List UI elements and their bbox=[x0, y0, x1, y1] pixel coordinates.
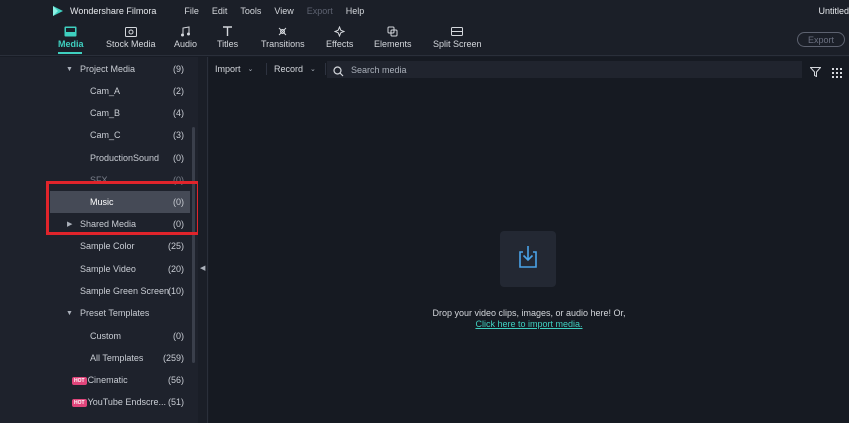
search-input[interactable] bbox=[351, 64, 751, 75]
media-panel: Import ⌄ Record ⌄ Drop your video clips,… bbox=[209, 57, 849, 423]
menu-bar: Wondershare Filmora File Edit Tools View… bbox=[0, 0, 849, 22]
tab-effects[interactable]: Effects bbox=[326, 25, 353, 49]
menu-edit[interactable]: Edit bbox=[212, 6, 228, 16]
tree-item-preset-templates[interactable]: ▼ Preset Templates bbox=[0, 302, 190, 324]
tree-item-youtube-endscreen[interactable]: HOT YouTube Endscre... (51) bbox=[0, 391, 190, 413]
tree-item-cam-a[interactable]: Cam_A (2) bbox=[0, 80, 190, 102]
import-drop-zone[interactable] bbox=[500, 231, 556, 287]
collapse-sidebar-icon[interactable]: ◀ bbox=[200, 264, 205, 272]
media-icon bbox=[64, 25, 78, 37]
menu-help[interactable]: Help bbox=[346, 6, 365, 16]
tree-item-custom[interactable]: Custom (0) bbox=[0, 325, 190, 347]
stock-media-icon bbox=[124, 25, 138, 37]
import-media-link[interactable]: Click here to import media. bbox=[209, 319, 849, 329]
sidebar-scrollbar[interactable] bbox=[192, 127, 195, 363]
media-library-sidebar: ▼ Project Media (9) Cam_A (2) Cam_B (4) … bbox=[0, 57, 198, 423]
tree-item-cinematic[interactable]: HOT Cinematic (56) bbox=[0, 369, 190, 391]
tree-item-production-sound[interactable]: ProductionSound (0) bbox=[0, 147, 190, 169]
tree-item-cam-b[interactable]: Cam_B (4) bbox=[0, 102, 190, 124]
tree-item-all-templates[interactable]: All Templates (259) bbox=[0, 347, 190, 369]
separator bbox=[325, 63, 326, 75]
elements-icon bbox=[386, 25, 400, 37]
tab-media[interactable]: Media bbox=[58, 25, 84, 49]
effects-icon bbox=[333, 25, 347, 37]
tree-item-project-media[interactable]: ▼ Project Media (9) bbox=[0, 58, 190, 80]
tree-item-sample-color[interactable]: Sample Color (25) bbox=[0, 235, 190, 257]
search-box[interactable] bbox=[327, 61, 802, 78]
expand-arrow-icon[interactable]: ▼ bbox=[66, 310, 73, 317]
separator bbox=[266, 63, 267, 75]
audio-icon bbox=[179, 25, 193, 37]
chevron-down-icon: ⌄ bbox=[310, 66, 316, 73]
export-button[interactable]: Export bbox=[797, 32, 845, 47]
tree-item-sample-video[interactable]: Sample Video (20) bbox=[0, 258, 190, 280]
menu-export[interactable]: Export bbox=[307, 6, 333, 16]
import-dropdown[interactable]: Import ⌄ bbox=[209, 61, 253, 77]
tree-item-sample-green-screen[interactable]: Sample Green Screen (10) bbox=[0, 280, 190, 302]
filmora-logo-icon bbox=[52, 5, 64, 17]
menu-view[interactable]: View bbox=[274, 6, 293, 16]
transitions-icon bbox=[276, 25, 290, 37]
filter-icon[interactable] bbox=[809, 64, 822, 82]
module-toolbar: Media Stock Media Audio Titles Transitio… bbox=[0, 22, 849, 56]
tab-stock-media[interactable]: Stock Media bbox=[106, 25, 156, 49]
tab-transitions[interactable]: Transitions bbox=[261, 25, 305, 49]
grid-view-icon[interactable] bbox=[832, 65, 842, 83]
tab-split-screen[interactable]: Split Screen bbox=[433, 25, 482, 49]
import-download-icon bbox=[515, 244, 541, 275]
chevron-down-icon: ⌄ bbox=[247, 66, 254, 73]
titles-icon bbox=[221, 25, 235, 37]
drop-instructions: Drop your video clips, images, or audio … bbox=[432, 308, 626, 318]
split-screen-icon bbox=[450, 25, 464, 37]
tree-item-cam-c[interactable]: Cam_C (3) bbox=[0, 124, 190, 146]
hot-badge: HOT bbox=[72, 398, 87, 407]
window-title: Untitled bbox=[818, 6, 849, 16]
search-icon bbox=[333, 64, 345, 76]
tab-titles[interactable]: Titles bbox=[217, 25, 238, 49]
panel-divider[interactable] bbox=[198, 57, 208, 423]
menu-tools[interactable]: Tools bbox=[240, 6, 261, 16]
tab-audio[interactable]: Audio bbox=[174, 25, 197, 49]
media-filter-bar: Import ⌄ Record ⌄ bbox=[209, 59, 849, 79]
expand-arrow-icon[interactable]: ▼ bbox=[66, 66, 73, 73]
hot-badge: HOT bbox=[72, 376, 87, 385]
menu-file[interactable]: File bbox=[184, 6, 199, 16]
annotation-highlight-box bbox=[46, 181, 200, 235]
tab-elements[interactable]: Elements bbox=[374, 25, 412, 49]
app-name: Wondershare Filmora bbox=[70, 6, 157, 16]
record-dropdown[interactable]: Record ⌄ bbox=[268, 61, 316, 77]
active-tab-indicator bbox=[58, 52, 82, 54]
